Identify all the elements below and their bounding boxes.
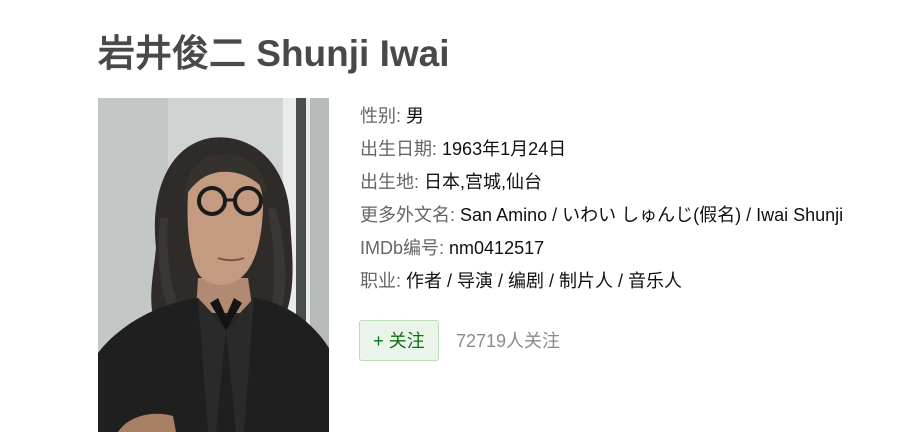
info-label: 更多外文名: xyxy=(360,205,456,225)
info-value: nm0412517 xyxy=(449,238,545,258)
info-label: 出生地: xyxy=(360,172,420,192)
info-label: IMDb编号: xyxy=(360,238,445,258)
info-occupation: 职业: 作者 / 导演 / 编剧 / 制片人 / 音乐人 xyxy=(360,265,843,298)
info-label: 职业: xyxy=(360,271,402,291)
info-label: 性别: xyxy=(360,106,402,126)
portrait-image xyxy=(98,98,329,432)
info-birth-date: 出生日期: 1963年1月24日 xyxy=(360,133,843,166)
info-gender: 性别: 男 xyxy=(360,100,843,133)
info-panel: 性别: 男 出生日期: 1963年1月24日 出生地: 日本,宫城,仙台 更多外… xyxy=(360,100,843,298)
portrait-photo[interactable] xyxy=(98,98,329,432)
info-label: 出生日期: xyxy=(360,139,438,159)
follower-count: 72719人关注 xyxy=(456,331,561,351)
info-value: 日本,宫城,仙台 xyxy=(424,172,543,192)
info-value: 男 xyxy=(406,106,425,126)
follow-button[interactable]: + 关注 xyxy=(359,320,439,361)
info-birthplace: 出生地: 日本,宫城,仙台 xyxy=(360,166,843,199)
info-other-names: 更多外文名: San Amino / いわい しゅんじ(假名) / Iwai S… xyxy=(360,199,843,232)
celebrity-page: 岩井俊二 Shunji Iwai 性别: 男 出生日期: 1963年1月24日 … xyxy=(0,0,923,432)
info-imdb-id: IMDb编号: nm0412517 xyxy=(360,232,843,265)
info-value: 1963年1月24日 xyxy=(442,139,567,159)
info-value: San Amino / いわい しゅんじ(假名) / Iwai Shunji xyxy=(460,205,844,225)
page-title: 岩井俊二 Shunji Iwai xyxy=(98,33,450,74)
info-value: 作者 / 导演 / 编剧 / 制片人 / 音乐人 xyxy=(406,271,683,291)
